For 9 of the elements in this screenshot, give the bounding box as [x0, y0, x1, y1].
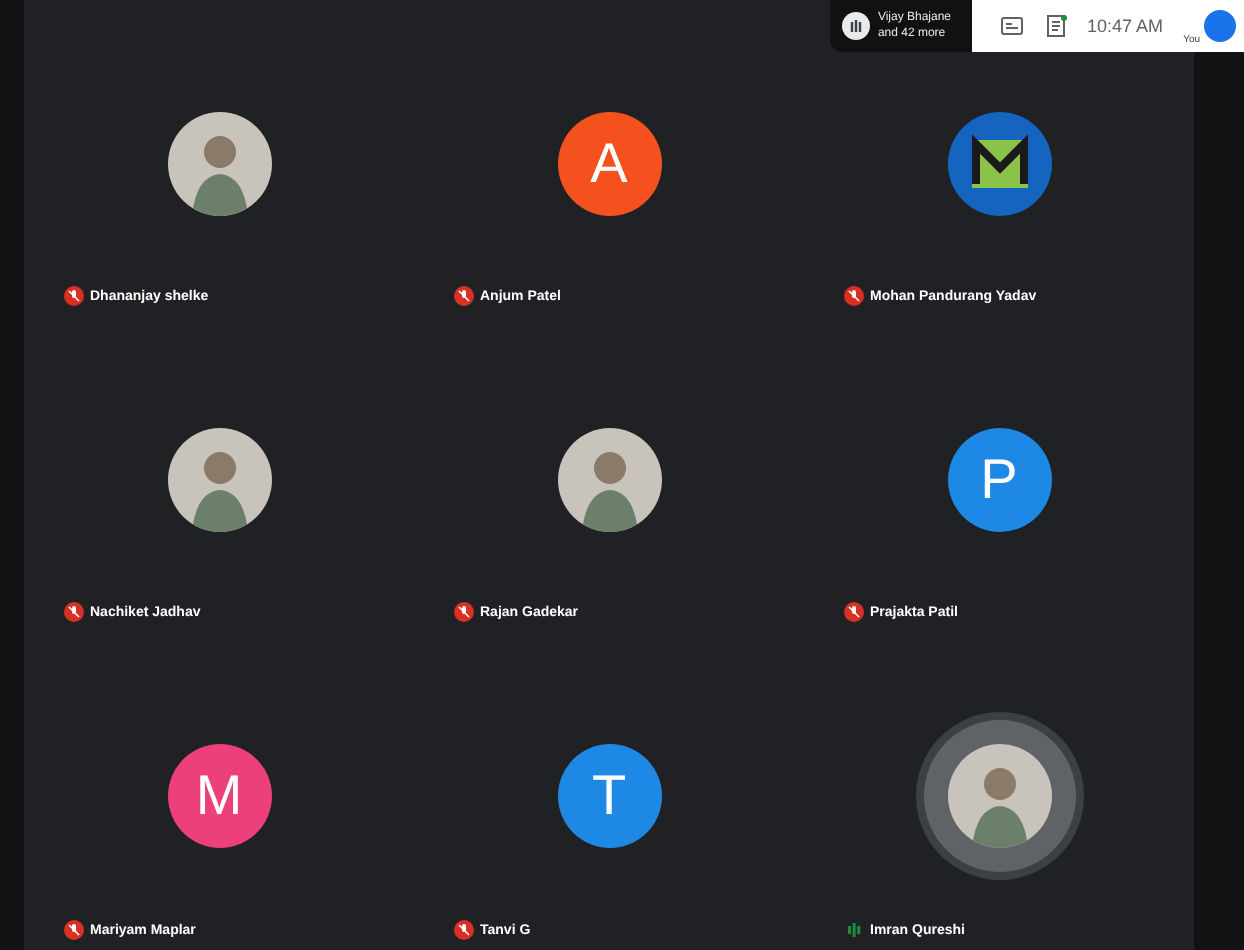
captions-icon[interactable]	[999, 14, 1024, 38]
letter-avatar: T	[557, 744, 661, 848]
photo-placeholder	[947, 744, 1051, 848]
letter-avatar: A	[557, 111, 661, 215]
letter-avatar: P	[947, 427, 1051, 531]
self-avatar[interactable]	[1204, 10, 1236, 42]
clock-time: 10:47 AM	[1087, 16, 1164, 36]
letter-avatar: M	[167, 744, 271, 848]
notes-icon[interactable]	[1043, 14, 1068, 38]
